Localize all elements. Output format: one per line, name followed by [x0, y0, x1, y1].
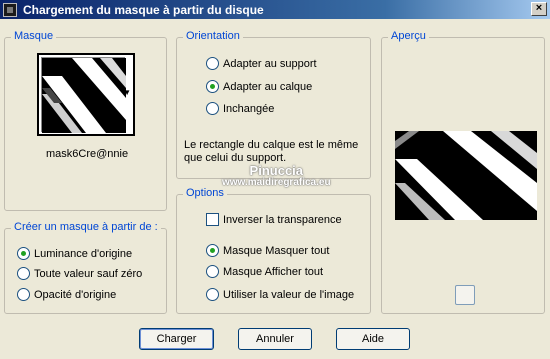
- radio-afficher-tout[interactable]: Masque Afficher tout: [206, 265, 323, 278]
- radio-valeur-image[interactable]: Utiliser la valeur de l'image: [206, 288, 354, 301]
- checkbox-label: Inverser la transparence: [223, 213, 342, 226]
- apercu-legend: Aperçu: [388, 30, 429, 42]
- mask-thumbnail: [41, 57, 126, 133]
- radio-masquer-tout[interactable]: Masque Masquer tout: [206, 244, 329, 257]
- mask-thumbnail-image: [42, 58, 126, 133]
- radio-button[interactable]: [206, 80, 219, 93]
- close-button[interactable]: ×: [531, 2, 547, 16]
- radio-label: Toute valeur sauf zéro: [34, 267, 143, 280]
- aide-button[interactable]: Aide: [336, 328, 410, 350]
- radio-label: Luminance d'origine: [34, 247, 133, 260]
- watermark: Pinuccia www.maidiregrafica.eu: [222, 163, 331, 189]
- dropdown-arrow-icon[interactable]: ▼: [123, 88, 131, 97]
- charger-button[interactable]: Charger: [139, 328, 214, 350]
- radio-label: Adapter au calque: [223, 80, 313, 93]
- options-legend: Options: [183, 187, 227, 199]
- app-icon: [3, 2, 17, 17]
- watermark-line1: Pinuccia: [249, 163, 304, 178]
- checkbox-inverser[interactable]: Inverser la transparence: [206, 213, 342, 226]
- radio-label: Masque Masquer tout: [223, 244, 330, 257]
- creer-legend: Créer un masque à partir de :: [11, 221, 161, 233]
- masque-legend: Masque: [11, 30, 57, 42]
- radio-adapter-support[interactable]: Adapter au support: [206, 57, 317, 70]
- preview-image: [395, 131, 537, 220]
- mask-selector[interactable]: ▼: [37, 53, 135, 136]
- radio-adapter-calque[interactable]: Adapter au calque: [206, 80, 312, 93]
- radio-button[interactable]: [17, 288, 30, 301]
- preview-mask-image: [395, 131, 537, 220]
- radio-button[interactable]: [206, 102, 219, 115]
- radio-button[interactable]: [17, 247, 30, 260]
- radio-label: Utiliser la valeur de l'image: [223, 288, 355, 301]
- radio-luminance[interactable]: Luminance d'origine: [17, 247, 132, 260]
- radio-inchangee[interactable]: Inchangée: [206, 102, 274, 115]
- window-title: Chargement du masque à partir du disque: [23, 2, 264, 17]
- orientation-note: Le rectangle du calque est le même que c…: [184, 139, 359, 164]
- radio-button[interactable]: [206, 244, 219, 257]
- checkbox[interactable]: [206, 213, 219, 226]
- watermark-line2: www.maidiregrafica.eu: [222, 177, 331, 188]
- radio-label: Masque Afficher tout: [223, 265, 324, 278]
- radio-button[interactable]: [206, 265, 219, 278]
- radio-label: Opacité d'origine: [34, 288, 117, 301]
- radio-button[interactable]: [206, 57, 219, 70]
- annuler-button[interactable]: Annuler: [238, 328, 312, 350]
- radio-button[interactable]: [17, 267, 30, 280]
- orientation-legend: Orientation: [183, 30, 243, 42]
- radio-button[interactable]: [206, 288, 219, 301]
- radio-label: Inchangée: [223, 102, 275, 115]
- radio-opacite[interactable]: Opacité d'origine: [17, 288, 116, 301]
- radio-label: Adapter au support: [223, 57, 317, 70]
- mask-name-label: mask6Cre@nnie: [46, 148, 129, 160]
- preview-small-button[interactable]: [455, 285, 475, 305]
- radio-toute-valeur[interactable]: Toute valeur sauf zéro: [17, 267, 142, 280]
- title-bar[interactable]: Chargement du masque à partir du disque …: [0, 0, 550, 19]
